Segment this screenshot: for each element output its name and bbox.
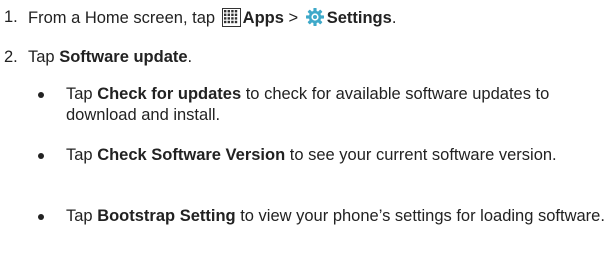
step-1: 1. From a Home screen, tap Apps > Settin… — [0, 7, 614, 29]
bullet-text: Tap Bootstrap Setting to view your phone… — [66, 206, 610, 227]
step-number: 2. — [4, 48, 18, 66]
bullet-dot — [38, 153, 44, 159]
software-update-label: Software update — [59, 48, 188, 66]
step-number: 1. — [4, 8, 18, 26]
bullet-text-pre: Tap — [66, 146, 98, 164]
step-text-post: . — [391, 9, 397, 27]
step-text-post: . — [187, 48, 193, 66]
settings-gear-icon — [305, 7, 325, 33]
step-text-pre: Tap — [28, 48, 60, 66]
check-for-updates-label: Check for updates — [97, 85, 242, 103]
bullet-text: Tap Check for updates to check for avail… — [66, 84, 610, 126]
step-text: Tap Software update. — [28, 47, 610, 68]
bullet-dot — [38, 92, 44, 98]
apps-grid-icon — [221, 8, 241, 33]
bullet-text: Tap Check Software Version to see your c… — [66, 145, 610, 166]
bullet-text-pre: Tap — [66, 207, 98, 225]
settings-label: Settings — [326, 9, 392, 27]
bullet-text-post: to view your phone’s settings for loadin… — [235, 207, 605, 225]
bullet-item-bootstrap-setting: Tap Bootstrap Setting to view your phone… — [0, 206, 614, 250]
bullet-dot — [38, 214, 44, 220]
bullet-item-check-software-version: Tap Check Software Version to see your c… — [0, 145, 614, 189]
bullet-item-check-for-updates: Tap Check for updates to check for avail… — [0, 84, 614, 128]
check-software-version-label: Check Software Version — [97, 146, 286, 164]
bullet-text-pre: Tap — [66, 85, 98, 103]
apps-label: Apps — [242, 9, 284, 27]
separator: > — [283, 9, 303, 27]
step-text-pre: From a Home screen, tap — [28, 9, 220, 27]
bullet-text-post: to see your current software version. — [285, 146, 557, 164]
bootstrap-setting-label: Bootstrap Setting — [97, 207, 236, 225]
step-2: 2. Tap Software update. — [0, 47, 614, 69]
step-text: From a Home screen, tap Apps > Settings. — [28, 7, 610, 33]
